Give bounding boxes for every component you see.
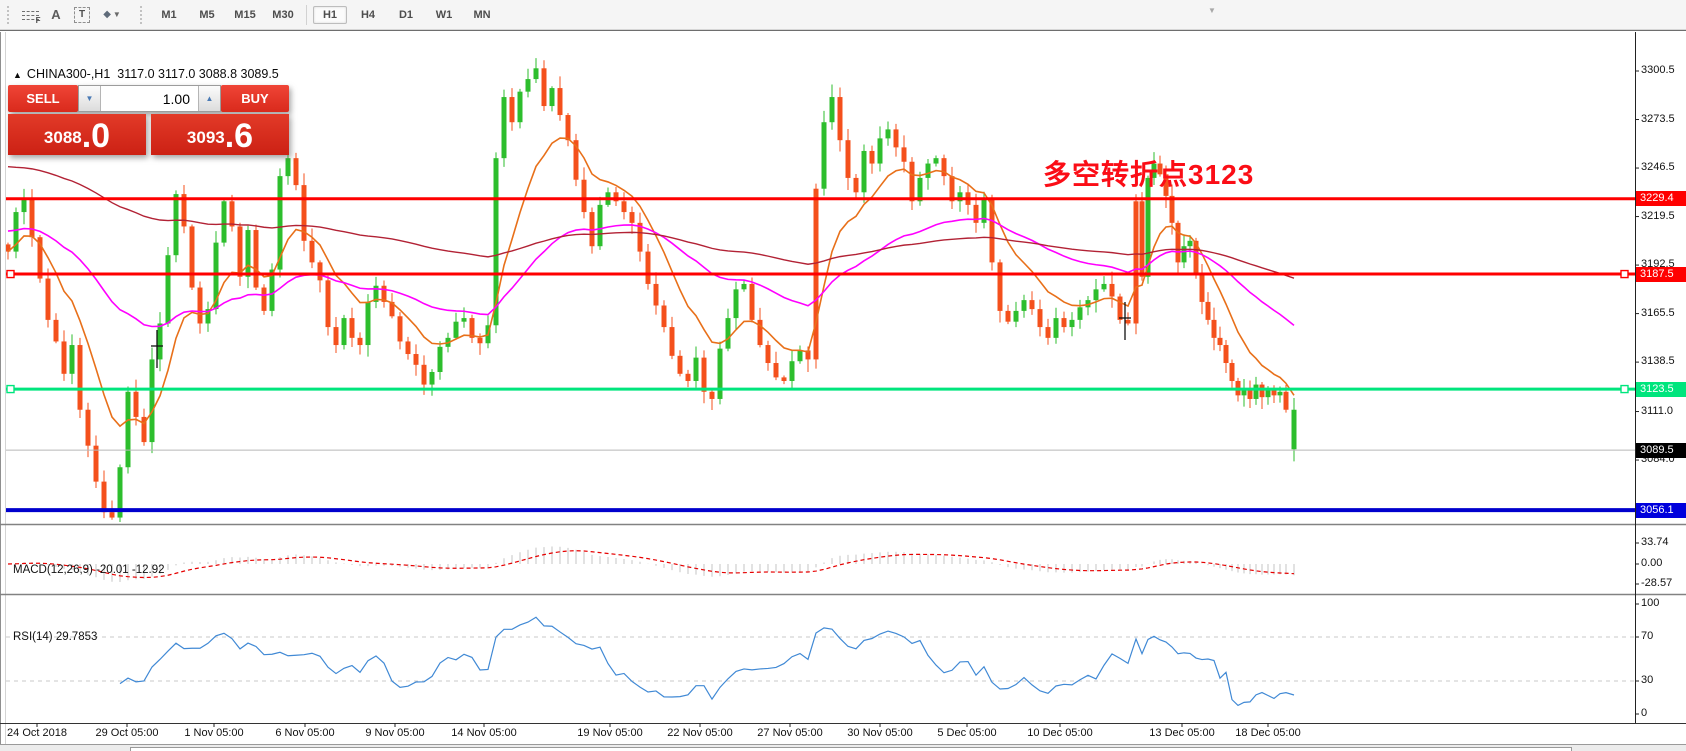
timeframe-button-d1[interactable]: D1 xyxy=(389,6,423,24)
rsi-scale-label: 0 xyxy=(1641,707,1647,719)
volume-decrease-button[interactable]: ▼ xyxy=(79,86,101,111)
macd-scale-label: 33.74 xyxy=(1641,536,1669,548)
price-badge-3229.4: 3229.4 xyxy=(1636,191,1686,206)
timeframe-button-m5[interactable]: M5 xyxy=(190,6,224,24)
price-badge-3089.5: 3089.5 xyxy=(1636,443,1686,458)
fibonacci-lines-glyph: F xyxy=(22,8,39,21)
price-badge-3056.1: 3056.1 xyxy=(1636,503,1686,518)
one-click-trading-panel: SELL ▼ ▲ BUY 3088 .0 3093 .6 xyxy=(8,85,289,155)
chart-tab[interactable] xyxy=(130,747,1572,751)
timeframe-button-m30[interactable]: M30 xyxy=(266,6,300,24)
text-tool-icon[interactable]: A xyxy=(43,4,69,26)
rsi-scale-label: 70 xyxy=(1641,630,1653,642)
time-axis-label: 22 Nov 05:00 xyxy=(667,727,732,739)
collapse-triangle-icon[interactable]: ▲ xyxy=(13,70,22,80)
time-axis-label: 13 Dec 05:00 xyxy=(1149,727,1214,739)
macd-scale-label: 0.00 xyxy=(1641,557,1662,569)
text-label-glyph: T xyxy=(74,7,90,23)
buy-price-display[interactable]: 3093 .6 xyxy=(151,114,289,155)
support-line-3123-handle[interactable] xyxy=(7,386,14,393)
time-axis-label: 19 Nov 05:00 xyxy=(577,727,642,739)
timeframe-button-w1[interactable]: W1 xyxy=(427,6,461,24)
timeframe-button-m15[interactable]: M15 xyxy=(228,6,262,24)
time-axis-label: 5 Dec 05:00 xyxy=(937,727,996,739)
volume-stepper: ▼ ▲ xyxy=(78,85,221,112)
toolbar-grip-2[interactable] xyxy=(139,5,144,25)
buy-button[interactable]: BUY xyxy=(221,85,289,112)
mt4-application-window: { "toolbar": { "icons": [ {"name": "fibo… xyxy=(0,0,1686,751)
time-axis-label: 18 Dec 05:00 xyxy=(1235,727,1300,739)
resistance-line-3187-handle[interactable] xyxy=(7,271,14,278)
price-tick-label: 3273.5 xyxy=(1641,113,1675,125)
volume-increase-button[interactable]: ▲ xyxy=(198,86,220,111)
sell-button[interactable]: SELL xyxy=(8,85,78,112)
time-axis-label: 9 Nov 05:00 xyxy=(365,727,424,739)
buy-price-fraction: .6 xyxy=(225,119,253,153)
price-tick-label: 3138.5 xyxy=(1641,355,1675,367)
time-axis-label: 24 Oct 2018 xyxy=(7,727,67,739)
arrows-dropdown-caret[interactable]: ▼ xyxy=(113,10,121,19)
time-axis-label: 29 Oct 05:00 xyxy=(96,727,159,739)
arrows-glyph: ◆ xyxy=(103,9,111,20)
price-tick-label: 3165.5 xyxy=(1641,307,1675,319)
rsi-scale-label: 100 xyxy=(1641,597,1659,609)
time-axis-label: 6 Nov 05:00 xyxy=(275,727,334,739)
chart-title: ▲ CHINA300-,H1 3117.0 3117.0 3088.8 3089.… xyxy=(13,67,279,81)
toolbar: F A T ◆ ▼ M1M5M15M30 H1H4D1W1MN ▼ xyxy=(0,0,1686,30)
price-badge-3123.5: 3123.5 xyxy=(1636,382,1686,397)
rsi-indicator-label: RSI(14) 29.7853 xyxy=(13,631,97,643)
toolbar-grip[interactable] xyxy=(6,5,11,25)
resistance-line-3187-handle[interactable] xyxy=(1621,271,1628,278)
timeframe-button-group: M1M5M15M30 H1H4D1W1MN xyxy=(150,5,501,25)
ohlc-values: 3117.0 3117.0 3088.8 3089.5 xyxy=(117,67,279,81)
toolbar-separator xyxy=(306,5,307,25)
chart-window: ▲ CHINA300-,H1 3117.0 3117.0 3088.8 3089.… xyxy=(0,30,1686,751)
price-tick-label: 3246.5 xyxy=(1641,161,1675,173)
sell-price-main: 3088 xyxy=(44,123,82,153)
chart-tab-bar[interactable] xyxy=(0,744,1686,751)
macd-scale-label: -28.57 xyxy=(1641,577,1672,589)
symbol-name: CHINA300-,H1 xyxy=(27,67,110,81)
sell-price-display[interactable]: 3088 .0 xyxy=(8,114,146,155)
rsi-scale-label: 30 xyxy=(1641,674,1653,686)
sell-price-fraction: .0 xyxy=(82,119,110,153)
timeframe-button-mn[interactable]: MN xyxy=(465,6,499,24)
time-axis-label: 30 Nov 05:00 xyxy=(847,727,912,739)
price-tick-label: 3300.5 xyxy=(1641,64,1675,76)
buy-price-main: 3093 xyxy=(187,123,225,153)
chinese-annotation-text: 多空转折点3123 xyxy=(1043,153,1254,193)
timeframe-button-h1[interactable]: H1 xyxy=(313,6,347,24)
time-axis-label: 1 Nov 05:00 xyxy=(184,727,243,739)
time-axis-label: 10 Dec 05:00 xyxy=(1027,727,1092,739)
timeframe-button-h4[interactable]: H4 xyxy=(351,6,385,24)
price-tick-label: 3111.0 xyxy=(1641,405,1673,417)
fibonacci-lines-icon[interactable]: F xyxy=(17,4,43,26)
text-label-tool-icon[interactable]: T xyxy=(69,4,95,26)
price-badge-3187.5: 3187.5 xyxy=(1636,267,1686,282)
timeframe-button-m1[interactable]: M1 xyxy=(152,6,186,24)
support-line-3123-handle[interactable] xyxy=(1621,386,1628,393)
time-axis-label: 14 Nov 05:00 xyxy=(451,727,516,739)
toolbar-overflow-caret[interactable]: ▼ xyxy=(1208,6,1216,15)
time-axis-label: 27 Nov 05:00 xyxy=(757,727,822,739)
volume-input[interactable] xyxy=(101,86,198,111)
macd-indicator-label: MACD(12,26,9) -20.01 -12.92 xyxy=(13,564,165,576)
arrows-tool-icon[interactable]: ◆ ▼ xyxy=(95,4,129,26)
price-tick-label: 3219.5 xyxy=(1641,210,1675,222)
